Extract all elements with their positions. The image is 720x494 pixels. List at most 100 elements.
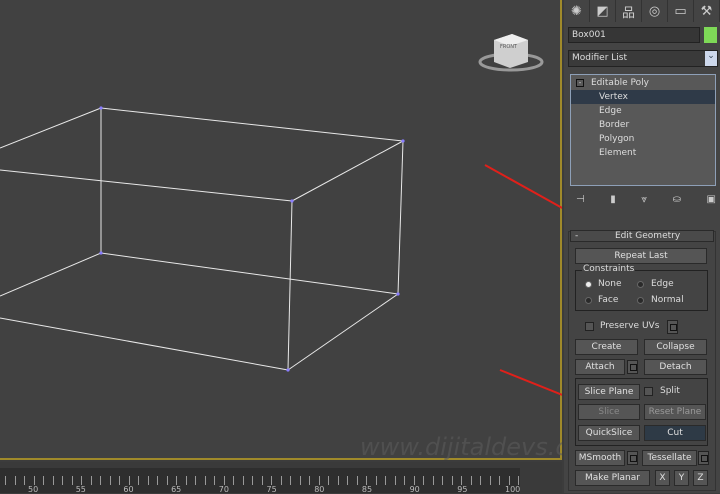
radio-normal-label: Normal (651, 295, 684, 305)
time-tick (413, 476, 415, 485)
modifier-list-dropdown[interactable]: Modifier List ⌄ (568, 50, 718, 67)
slice-plane-button[interactable]: Slice Plane (578, 384, 640, 400)
time-tick (43, 476, 44, 485)
time-tick (404, 476, 405, 485)
time-tick (461, 476, 462, 485)
time-tick (90, 476, 92, 485)
time-tick (337, 476, 339, 485)
perspective-viewport[interactable]: FRONT www.dijitaldevs.com (0, 0, 562, 460)
stack-item-polygon[interactable]: Polygon (571, 132, 715, 146)
motion-icon[interactable]: ◎ (642, 0, 668, 22)
time-tick (185, 476, 187, 485)
split-label: Split (660, 386, 680, 396)
time-tick (356, 476, 358, 485)
stack-root-label: Editable Poly (591, 78, 649, 88)
msmooth-settings-button[interactable] (627, 451, 638, 465)
time-tick (470, 476, 472, 485)
preserve-uvs-checkbox[interactable] (585, 322, 594, 331)
make-unique-icon[interactable]: ⩔ (641, 194, 647, 208)
constraints-label: Constraints (582, 264, 636, 274)
radio-none-label: None (598, 279, 622, 289)
time-tick (62, 476, 63, 485)
stack-item-element[interactable]: Element (571, 146, 715, 160)
remove-modifier-icon[interactable]: ⛀ (673, 194, 681, 208)
preserve-uvs-label: Preserve UVs (600, 321, 660, 331)
object-color-swatch[interactable] (704, 27, 717, 43)
create-button[interactable]: Create (575, 339, 638, 355)
time-tick (52, 476, 54, 485)
viewcube-icon[interactable] (478, 34, 544, 72)
split-checkbox[interactable] (644, 387, 653, 396)
planar-x-button[interactable]: X (655, 470, 670, 486)
radio-edge-label: Edge (651, 279, 674, 289)
preserve-uvs-settings-button[interactable] (667, 320, 678, 334)
stack-item-editable-poly[interactable]: - Editable Poly (571, 76, 715, 90)
chevron-down-icon[interactable]: ⌄ (705, 51, 717, 66)
time-tick (81, 476, 82, 485)
radio-face[interactable] (585, 297, 592, 304)
rollout-title: Edit Geometry (615, 231, 681, 241)
radio-none[interactable] (585, 281, 592, 288)
planar-z-button[interactable]: Z (693, 470, 708, 486)
time-tick (261, 476, 263, 485)
reset-plane-button[interactable]: Reset Plane (644, 404, 706, 420)
collapse-toggle[interactable]: - (575, 231, 578, 241)
time-tick (71, 476, 73, 485)
display-icon[interactable]: ▭ (668, 0, 694, 22)
pin-stack-icon[interactable]: ⊣ (576, 194, 585, 208)
modifier-stack[interactable]: - Editable Poly Vertex Edge Border Polygo… (570, 74, 716, 186)
time-tick (318, 476, 320, 485)
msmooth-button[interactable]: MSmooth (575, 450, 625, 466)
hierarchy-icon[interactable]: 品 (616, 0, 642, 22)
slice-button[interactable]: Slice (578, 404, 640, 420)
repeat-last-button[interactable]: Repeat Last (575, 248, 707, 264)
time-tick (347, 476, 348, 485)
rollout-header[interactable]: - Edit Geometry (570, 230, 714, 242)
attach-settings-button[interactable] (627, 360, 638, 374)
watermark: www.dijitaldevs.com (360, 433, 562, 460)
quickslice-button[interactable]: QuickSlice (578, 425, 640, 441)
attach-button[interactable]: Attach (575, 359, 625, 375)
time-tick (242, 476, 244, 485)
time-tick (375, 476, 377, 485)
time-tick (166, 476, 168, 485)
time-tick (119, 476, 120, 485)
stack-item-border[interactable]: Border (571, 118, 715, 132)
tessellate-button[interactable]: Tessellate (642, 450, 697, 466)
stack-item-edge[interactable]: Edge (571, 104, 715, 118)
cut-button[interactable]: Cut (644, 425, 706, 441)
show-end-result-icon[interactable]: ▮ (610, 194, 616, 208)
collapse-button[interactable]: Collapse (644, 339, 707, 355)
time-tick (233, 476, 234, 485)
time-tick (157, 476, 158, 485)
detach-button[interactable]: Detach (644, 359, 707, 375)
utilities-icon[interactable]: ⚒ (694, 0, 720, 22)
create-icon[interactable]: ✺ (564, 0, 590, 22)
planar-y-button[interactable]: Y (674, 470, 689, 486)
time-tick (24, 476, 25, 485)
viewcube-label: FRONT (500, 44, 518, 50)
modifier-list-label: Modifier List (572, 53, 627, 63)
time-tick (223, 476, 225, 485)
time-tick (100, 476, 101, 485)
radio-normal[interactable] (637, 297, 644, 304)
modify-icon[interactable]: ◩ (590, 0, 616, 22)
time-tick (290, 476, 291, 485)
time-tick (394, 476, 396, 485)
time-tick (451, 476, 453, 485)
annotation-arrows (484, 164, 562, 396)
time-tick (33, 476, 35, 485)
configure-modifier-sets-icon[interactable]: ▣ (707, 194, 716, 208)
time-tick (109, 476, 111, 485)
time-tick (271, 476, 272, 485)
object-name-field[interactable]: Box001 (568, 27, 700, 43)
radio-face-label: Face (598, 295, 619, 305)
time-tick (385, 476, 386, 485)
make-planar-button[interactable]: Make Planar (575, 470, 650, 486)
radio-edge[interactable] (637, 281, 644, 288)
stack-item-vertex[interactable]: Vertex (571, 90, 715, 104)
time-tick (128, 476, 130, 485)
time-tick (14, 476, 16, 485)
time-tick (442, 476, 443, 485)
tessellate-settings-button[interactable] (698, 451, 709, 465)
